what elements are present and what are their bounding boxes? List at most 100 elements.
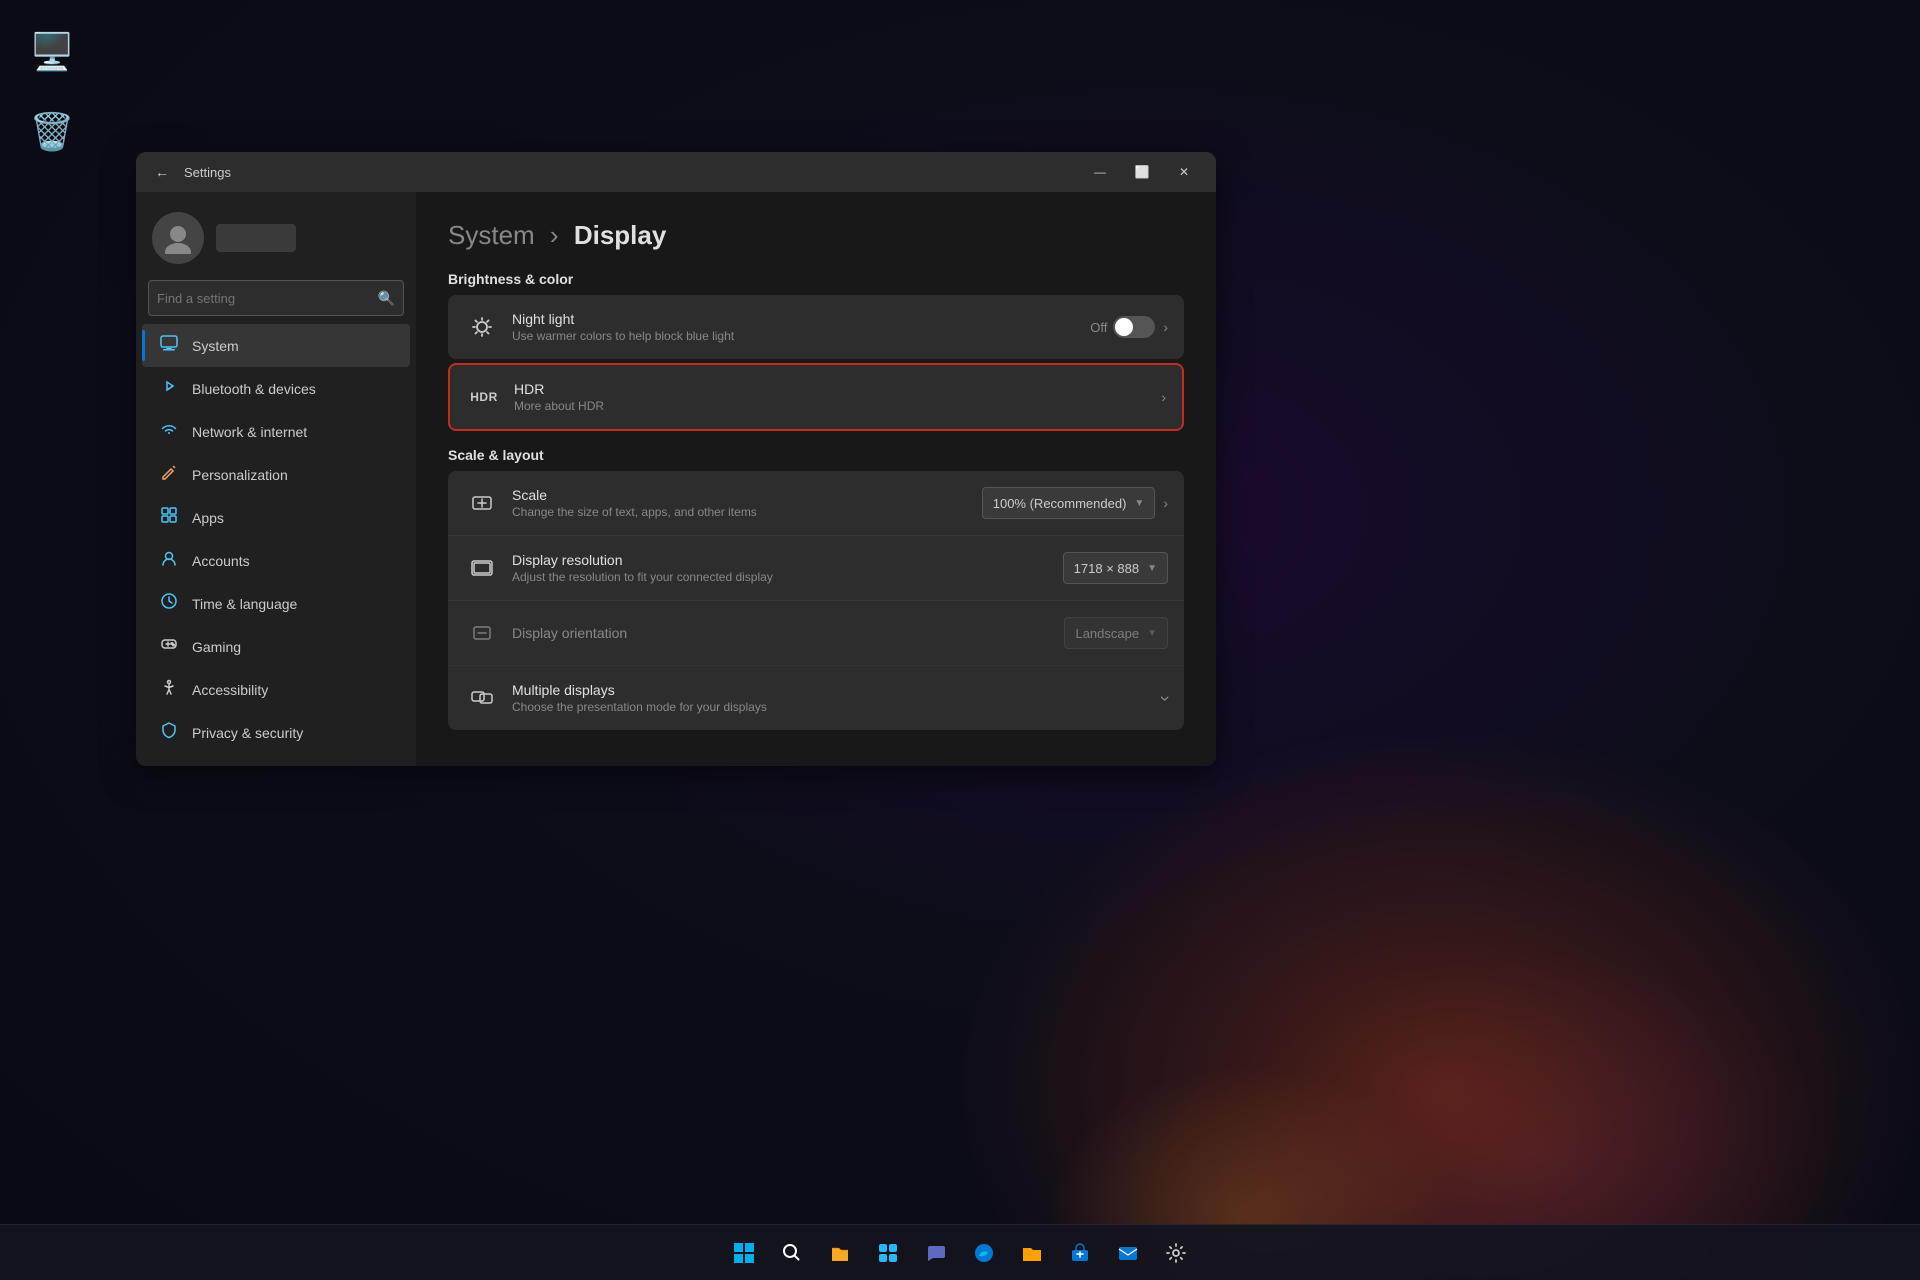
night-light-title: Night light <box>512 311 1090 327</box>
avatar <box>152 212 204 264</box>
display-resolution-control: 1718 × 888 ▼ <box>1063 552 1168 584</box>
accessibility-icon <box>158 678 180 701</box>
privacy-icon <box>158 721 180 744</box>
sidebar-item-apps[interactable]: Apps <box>142 496 410 539</box>
display-orientation-icon <box>464 615 500 651</box>
sidebar-item-accounts[interactable]: Accounts <box>142 539 410 582</box>
desktop-icon-recycle[interactable]: 🗑️ <box>20 100 84 164</box>
maximize-button[interactable]: ⬜ <box>1122 156 1162 188</box>
display-orientation-row[interactable]: Display orientation Landscape ▼ <box>448 601 1184 666</box>
night-light-desc: Use warmer colors to help block blue lig… <box>512 329 1090 343</box>
taskbar-settings[interactable] <box>1154 1231 1198 1275</box>
scale-title: Scale <box>512 487 982 503</box>
multiple-displays-title: Multiple displays <box>512 682 1162 698</box>
back-button[interactable]: ← <box>148 158 176 186</box>
update-icon <box>158 764 180 766</box>
sidebar-item-personalization[interactable]: Personalization <box>142 453 410 496</box>
hdr-title: HDR <box>514 381 1161 397</box>
night-light-toggle[interactable]: Off <box>1090 316 1155 338</box>
settings-window: ← Settings — ⬜ ✕ 🔍 <box>136 152 1216 766</box>
display-resolution-text: Display resolution Adjust the resolution… <box>512 552 1063 584</box>
sidebar-item-privacy[interactable]: Privacy & security <box>142 711 410 754</box>
sidebar-item-label-accounts: Accounts <box>192 553 250 569</box>
sidebar-item-accessibility[interactable]: Accessibility <box>142 668 410 711</box>
recycle-bin-icon: 🗑️ <box>28 108 76 156</box>
hdr-chevron: › <box>1161 389 1166 405</box>
taskbar-widgets[interactable] <box>866 1231 910 1275</box>
taskbar-mail[interactable] <box>1106 1231 1150 1275</box>
monitor-icon: 🖥️ <box>28 28 76 76</box>
scale-desc: Change the size of text, apps, and other… <box>512 505 982 519</box>
multiple-displays-row[interactable]: Multiple displays Choose the presentatio… <box>448 666 1184 730</box>
scale-layout-card: Scale Change the size of text, apps, and… <box>448 471 1184 730</box>
time-icon <box>158 592 180 615</box>
close-button[interactable]: ✕ <box>1164 156 1204 188</box>
night-light-text: Night light Use warmer colors to help bl… <box>512 311 1090 343</box>
sidebar-item-label-accessibility: Accessibility <box>192 682 268 698</box>
hdr-desc: More about HDR <box>514 399 1161 413</box>
scale-icon <box>464 485 500 521</box>
scale-layout-section: Scale & layout Scale Change the size <box>448 447 1184 730</box>
bluetooth-icon <box>158 377 180 400</box>
window-controls: — ⬜ ✕ <box>1080 156 1204 188</box>
display-resolution-value: 1718 × 888 <box>1074 561 1139 576</box>
window-body: 🔍 System Bluetooth & devices <box>136 192 1216 766</box>
display-resolution-row[interactable]: Display resolution Adjust the resolution… <box>448 536 1184 601</box>
sidebar-item-system[interactable]: System <box>142 324 410 367</box>
window-title: Settings <box>184 165 1080 180</box>
taskbar-edge[interactable] <box>962 1231 1006 1275</box>
sidebar-item-label-privacy: Privacy & security <box>192 725 303 741</box>
sidebar-item-label-system: System <box>192 338 239 354</box>
multiple-displays-text: Multiple displays Choose the presentatio… <box>512 682 1162 714</box>
display-resolution-icon <box>464 550 500 586</box>
multiple-displays-control: › <box>1162 688 1168 709</box>
scale-dropdown[interactable]: 100% (Recommended) ▼ <box>982 487 1156 519</box>
user-profile[interactable] <box>136 204 416 280</box>
sidebar-item-time[interactable]: Time & language <box>142 582 410 625</box>
search-icon: 🔍 <box>378 290 395 307</box>
taskbar-start[interactable] <box>722 1231 766 1275</box>
multiple-displays-chevron: › <box>1155 695 1176 701</box>
gaming-icon <box>158 635 180 658</box>
sidebar-item-label-network: Network & internet <box>192 424 307 440</box>
night-light-icon <box>464 309 500 345</box>
sidebar-item-gaming[interactable]: Gaming <box>142 625 410 668</box>
night-light-control: Off › <box>1090 316 1168 338</box>
system-icon <box>158 334 180 357</box>
display-orientation-title: Display orientation <box>512 625 1064 641</box>
display-orientation-dropdown[interactable]: Landscape ▼ <box>1064 617 1168 649</box>
minimize-button[interactable]: — <box>1080 156 1120 188</box>
scale-value: 100% (Recommended) <box>993 496 1127 511</box>
hdr-row[interactable]: HDR HDR More about HDR › <box>448 363 1184 431</box>
scale-control: 100% (Recommended) ▼ › <box>982 487 1168 519</box>
sidebar-item-update[interactable]: Windows Update <box>142 754 410 766</box>
sidebar-item-label-bluetooth: Bluetooth & devices <box>192 381 316 397</box>
orientation-dropdown-arrow: ▼ <box>1147 628 1157 639</box>
multiple-displays-icon <box>464 680 500 716</box>
taskbar-store[interactable] <box>1058 1231 1102 1275</box>
sidebar-item-label-gaming: Gaming <box>192 639 241 655</box>
desktop-icon-monitor[interactable]: 🖥️ <box>20 20 84 84</box>
sidebar-item-label-time: Time & language <box>192 596 297 612</box>
night-light-chevron: › <box>1163 319 1168 335</box>
hdr-control: › <box>1161 389 1166 405</box>
scale-row[interactable]: Scale Change the size of text, apps, and… <box>448 471 1184 536</box>
search-input[interactable] <box>157 291 370 306</box>
hdr-text: HDR More about HDR <box>514 381 1161 413</box>
display-resolution-dropdown[interactable]: 1718 × 888 ▼ <box>1063 552 1168 584</box>
personalization-icon <box>158 463 180 486</box>
taskbar-chat[interactable] <box>914 1231 958 1275</box>
toggle-track[interactable] <box>1113 316 1155 338</box>
toggle-off-label: Off <box>1090 320 1107 335</box>
taskbar-search[interactable] <box>770 1231 814 1275</box>
search-box[interactable]: 🔍 <box>148 280 404 316</box>
scale-dropdown-arrow: ▼ <box>1134 498 1144 509</box>
sidebar-item-bluetooth[interactable]: Bluetooth & devices <box>142 367 410 410</box>
night-light-row[interactable]: Night light Use warmer colors to help bl… <box>448 295 1184 359</box>
user-name-box <box>216 224 296 252</box>
taskbar-files[interactable] <box>818 1231 862 1275</box>
sidebar-item-network[interactable]: Network & internet <box>142 410 410 453</box>
title-bar: ← Settings — ⬜ ✕ <box>136 152 1216 192</box>
breadcrumb-system: System <box>448 220 535 250</box>
taskbar-folder[interactable] <box>1010 1231 1054 1275</box>
